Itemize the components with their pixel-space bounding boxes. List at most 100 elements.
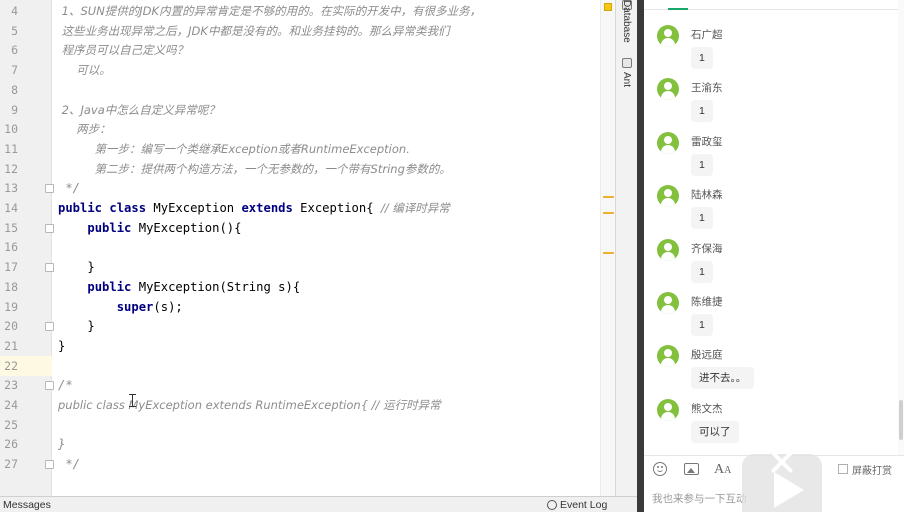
sender-name[interactable]: 陆林森 — [691, 187, 723, 202]
code-line[interactable]: } — [58, 257, 94, 277]
chat-scrollbar-thumb[interactable] — [899, 400, 903, 440]
code-line[interactable]: public class MyException extends Runtime… — [58, 395, 441, 415]
code-line[interactable]: 这些业务出现异常之后，JDK中都是没有的。和业务挂钩的。那么异常类我们 — [58, 21, 450, 41]
keyword-token: extends — [241, 201, 301, 215]
code-line[interactable]: 可以。 — [58, 60, 111, 80]
marker-stripe[interactable] — [603, 212, 614, 214]
line-number: 16 — [4, 240, 18, 255]
comment-text: 第一步：编写一个类继承Exception或者RuntimeException. — [58, 141, 410, 156]
comment-text: public class MyException extends Runtime… — [58, 398, 441, 412]
code-token: Exception{ — [300, 201, 381, 215]
code-line[interactable]: */ — [58, 178, 80, 198]
line-number: 26 — [4, 437, 18, 452]
keyword-token: super — [116, 299, 154, 314]
code-line[interactable]: */ — [58, 454, 80, 474]
keyword-token: class — [109, 201, 154, 215]
sender-name[interactable]: 陈维捷 — [691, 294, 723, 309]
fold-marker-icon[interactable] — [45, 322, 54, 332]
emoji-icon[interactable] — [653, 462, 667, 476]
comment-text: 两步： — [58, 122, 111, 137]
user-avatar-icon[interactable] — [657, 398, 679, 421]
fold-marker-icon[interactable] — [45, 263, 54, 273]
code-line[interactable]: 2、Java中怎么自定义异常呢？ — [58, 100, 220, 120]
comment-text: } — [58, 437, 66, 452]
user-avatar-icon[interactable] — [657, 131, 679, 154]
fold-marker-icon[interactable] — [45, 184, 54, 194]
code-line[interactable]: public MyException(String s){ — [58, 277, 300, 297]
messages-tab[interactable]: Messages — [3, 499, 51, 511]
user-avatar-icon[interactable] — [657, 238, 679, 261]
line-number: 10 — [4, 122, 18, 137]
sender-name[interactable]: 殷远庭 — [691, 347, 723, 362]
comment-text: */ — [58, 181, 81, 196]
fold-marker-icon[interactable] — [45, 223, 54, 233]
code-line[interactable]: public MyException(){ — [58, 218, 241, 238]
code-line[interactable]: } — [58, 336, 65, 356]
ant-icon[interactable] — [622, 58, 632, 68]
code-line[interactable]: } — [58, 434, 65, 454]
code-token: } — [58, 319, 95, 334]
chat-scrollbar[interactable] — [898, 0, 904, 455]
user-avatar-icon[interactable] — [657, 345, 679, 368]
code-line[interactable]: 两步： — [58, 119, 111, 139]
marker-stripe[interactable] — [603, 196, 614, 198]
sender-name[interactable]: 石广超 — [691, 27, 723, 42]
marker-stripe[interactable] — [603, 252, 614, 254]
chat-message: 雷政玺 1 — [657, 131, 887, 182]
code-line[interactable]: 第二步：提供两个构造方法，一个无参数的，一个带有String参数的。 — [58, 159, 451, 179]
block-tips-checkbox[interactable] — [838, 464, 848, 474]
line-number: 11 — [4, 141, 18, 156]
user-avatar-icon[interactable] — [657, 25, 679, 47]
chat-message: 陈维捷 1 — [657, 292, 887, 342]
code-line[interactable]: 程序员可以自己定义吗？ — [58, 40, 189, 60]
event-log-button[interactable]: Event Log — [560, 499, 607, 511]
code-line[interactable]: /* — [58, 375, 73, 395]
tool-tab-database[interactable]: Database — [621, 0, 632, 43]
chat-tabs-bar — [644, 0, 904, 10]
line-number: 9 — [11, 102, 18, 117]
chat-message: 殷远庭 进不去。。 — [657, 345, 887, 395]
comment-text: */ — [58, 457, 81, 472]
line-number: 21 — [4, 338, 18, 353]
user-avatar-icon[interactable] — [657, 185, 679, 208]
fold-marker-icon[interactable] — [45, 381, 54, 391]
event-log-icon[interactable] — [547, 500, 557, 510]
message-bubble: 1 — [691, 100, 713, 123]
keyword-token: public — [87, 279, 139, 294]
comment-text: /* — [58, 378, 73, 393]
line-number: 19 — [4, 299, 18, 314]
fold-marker-icon[interactable] — [45, 460, 54, 470]
video-play-overlay[interactable] — [742, 440, 822, 512]
chat-message: 齐保海 1 — [657, 238, 887, 289]
tool-tab-ant[interactable]: Ant — [621, 72, 632, 87]
code-token: (s); — [153, 299, 183, 314]
play-icon[interactable] — [774, 472, 804, 508]
code-token: MyException(){ — [138, 220, 242, 235]
sender-name[interactable]: 熊文杰 — [691, 401, 723, 416]
code-line[interactable]: } — [58, 316, 95, 336]
sender-name[interactable]: 齐保海 — [691, 241, 723, 256]
editor-marker-strip[interactable] — [600, 0, 615, 496]
comment-text: 程序员可以自己定义吗？ — [58, 43, 189, 58]
code-line[interactable]: 第一步：编写一个类继承Exception或者RuntimeException. — [58, 139, 410, 159]
user-avatar-icon[interactable] — [657, 78, 679, 101]
line-number: 20 — [4, 319, 18, 334]
sender-name[interactable]: 王渝东 — [691, 80, 723, 95]
code-token: MyException — [153, 201, 242, 215]
code-editor[interactable] — [52, 0, 615, 496]
code-line[interactable]: 1、SUN提供的JDK内置的异常肯定是不够的用的。在实际的开发中，有很多业务， — [58, 1, 481, 21]
line-number: 18 — [4, 279, 18, 294]
user-avatar-icon[interactable] — [657, 292, 679, 314]
sender-name[interactable]: 雷政玺 — [691, 134, 723, 149]
line-number: 5 — [11, 23, 18, 38]
text-cursor-icon — [129, 394, 136, 407]
warning-indicator-icon[interactable] — [604, 3, 612, 11]
font-style-icon[interactable]: AA — [714, 462, 731, 479]
line-number: 8 — [11, 82, 18, 97]
active-tab-underline — [668, 8, 688, 10]
pane-divider[interactable] — [637, 0, 644, 512]
code-line[interactable]: super(s); — [58, 297, 183, 317]
image-icon[interactable] — [684, 463, 699, 475]
code-line[interactable]: public class MyException extends Excepti… — [58, 198, 450, 218]
